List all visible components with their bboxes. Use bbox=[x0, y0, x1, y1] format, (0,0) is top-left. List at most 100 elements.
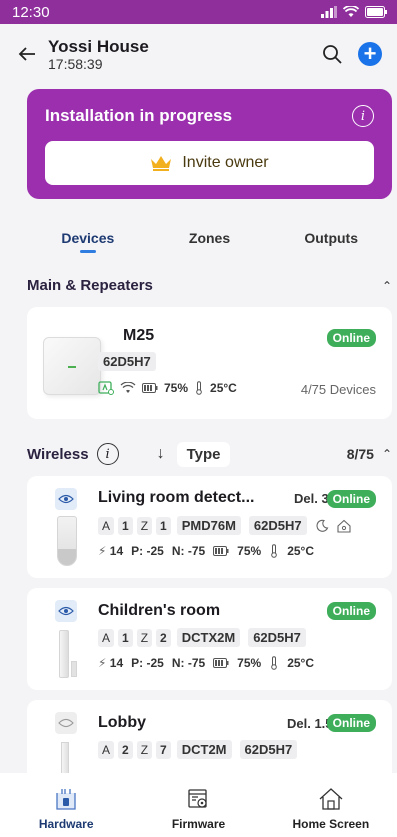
status-badge: Online bbox=[326, 714, 376, 732]
sort-type-button[interactable]: Type bbox=[176, 441, 231, 467]
p-value: P: -25 bbox=[131, 656, 164, 670]
temperature-value: 25°C bbox=[287, 544, 315, 558]
n-value: N: -75 bbox=[171, 656, 206, 670]
crown-icon bbox=[151, 156, 172, 171]
nav-firmware-label: Firmware bbox=[171, 817, 226, 831]
nav-home-screen[interactable]: Home Screen bbox=[265, 773, 397, 837]
add-button[interactable]: + bbox=[355, 39, 385, 69]
wireless-header: Wireless i ↓ Type 8/75 ⌃ bbox=[27, 440, 392, 468]
zone-number: 1 bbox=[156, 516, 171, 535]
serial-chip: 62D5H7 bbox=[98, 352, 156, 371]
tab-bar: Devices Zones Outputs bbox=[27, 224, 392, 264]
moon-icon bbox=[316, 519, 328, 532]
wireless-device-card[interactable]: Children's room Online A 1 Z 2 DCTX2M 62… bbox=[27, 588, 392, 690]
device-chips-row: A 1 Z 2 DCTX2M 62D5H7 bbox=[98, 628, 310, 647]
device-name: M25 bbox=[123, 327, 155, 344]
nav-firmware[interactable]: Firmware bbox=[132, 773, 264, 837]
page-title: Yossi House bbox=[48, 36, 149, 56]
page-subtitle: 17:58:39 bbox=[48, 55, 103, 72]
tab-zones[interactable]: Zones bbox=[149, 224, 271, 264]
invite-owner-label: Invite owner bbox=[182, 154, 269, 171]
device-name: Living room detect... bbox=[98, 489, 255, 506]
wireless-device-card[interactable]: Living room detect... Del. 30s Online A … bbox=[27, 476, 392, 578]
home-guard-icon bbox=[337, 519, 351, 533]
wireless-count-value: 8/75 bbox=[346, 446, 374, 462]
nav-hardware[interactable]: Hardware bbox=[0, 773, 132, 837]
sort-arrow-icon[interactable]: ↓ bbox=[157, 445, 165, 463]
main-repeaters-header[interactable]: Main & Repeaters ⌃ bbox=[27, 277, 392, 294]
area-number: 2 bbox=[118, 740, 133, 759]
battery-value: 75% bbox=[237, 544, 262, 558]
model-chip: DCTX2M bbox=[176, 628, 241, 647]
main-device-card[interactable]: M25 Online 62D5H7 75% 25°C 4/75 Devices bbox=[27, 307, 392, 419]
zone-letter: Z bbox=[136, 740, 153, 759]
serial-chip: 62D5H7 bbox=[248, 516, 307, 535]
thermometer-icon bbox=[271, 544, 278, 558]
bolt-icon: ⚡︎ bbox=[98, 544, 107, 558]
installation-card: Installation in progress i Invite owner bbox=[27, 89, 392, 199]
signal-strength: ⚡︎ 14 bbox=[98, 656, 123, 670]
tab-devices[interactable]: Devices bbox=[27, 224, 149, 264]
bolt-icon: ⚡︎ bbox=[98, 656, 107, 670]
info-icon[interactable]: i bbox=[352, 105, 374, 127]
plus-icon: + bbox=[358, 42, 382, 66]
battery-icon bbox=[142, 383, 158, 393]
battery-icon bbox=[213, 658, 229, 668]
zone-number: 2 bbox=[156, 628, 171, 647]
device-chips-row: A 2 Z 7 DCT2M 62D5H7 bbox=[98, 740, 301, 759]
app-header: Yossi House 17:58:39 + bbox=[0, 24, 397, 84]
wifi-icon bbox=[343, 6, 359, 17]
devices-count: 4/75 Devices bbox=[300, 382, 376, 397]
battery-value: 75% bbox=[237, 656, 262, 670]
status-badge: Online bbox=[326, 490, 376, 508]
signal-value: 14 bbox=[109, 656, 124, 670]
status-badge: Online bbox=[326, 329, 376, 347]
area-number: 1 bbox=[118, 628, 133, 647]
area-number: 1 bbox=[118, 516, 133, 535]
model-chip: PMD76M bbox=[176, 516, 241, 535]
status-bar: 12:30 bbox=[0, 0, 397, 24]
power-supply-icon bbox=[98, 381, 114, 395]
area-letter: A bbox=[98, 628, 115, 647]
bottom-navigation: Hardware Firmware Home Screen bbox=[0, 773, 397, 837]
battery-value: 75% bbox=[164, 381, 189, 395]
battery-icon bbox=[213, 546, 229, 556]
signal-icon bbox=[321, 6, 337, 18]
back-button[interactable] bbox=[12, 39, 42, 69]
device-stats-row: ⚡︎ 14 P: -25 N: -75 75% 25°C bbox=[98, 656, 314, 670]
installation-title: Installation in progress bbox=[45, 106, 233, 125]
main-repeaters-title: Main & Repeaters bbox=[27, 277, 153, 294]
firmware-icon bbox=[188, 789, 208, 808]
thermometer-icon bbox=[196, 381, 202, 395]
door-contact-image bbox=[59, 630, 77, 678]
home-icon bbox=[319, 788, 343, 810]
temperature-value: 25°C bbox=[287, 656, 315, 670]
model-chip: DCT2M bbox=[176, 740, 232, 759]
signal-value: 14 bbox=[109, 544, 124, 558]
chevron-up-icon: ⌃ bbox=[381, 447, 392, 461]
search-button[interactable] bbox=[317, 39, 347, 69]
device-chips-row: A 1 Z 1 PMD76M 62D5H7 bbox=[98, 516, 351, 535]
nav-hardware-label: Hardware bbox=[38, 817, 94, 831]
area-letter: A bbox=[98, 740, 115, 759]
arrow-left-icon bbox=[18, 47, 35, 61]
zone-letter: Z bbox=[136, 628, 153, 647]
wifi-icon bbox=[120, 382, 136, 393]
eye-badge bbox=[55, 488, 77, 510]
zone-number: 7 bbox=[156, 740, 171, 759]
wireless-count[interactable]: 8/75 ⌃ bbox=[347, 446, 392, 462]
info-icon[interactable]: i bbox=[96, 443, 119, 465]
n-value: N: -75 bbox=[171, 544, 206, 558]
device-name: Lobby bbox=[98, 714, 146, 731]
serial-chip: 62D5H7 bbox=[248, 628, 306, 647]
tab-outputs[interactable]: Outputs bbox=[270, 224, 392, 264]
battery-icon bbox=[365, 6, 387, 18]
motion-detector-image bbox=[57, 516, 77, 566]
device-serial-row: 62D5H7 bbox=[98, 352, 160, 371]
thermometer-icon bbox=[271, 656, 278, 670]
title-block: Yossi House 17:58:39 bbox=[48, 37, 309, 72]
nav-home-screen-label: Home Screen bbox=[292, 817, 370, 831]
invite-owner-button[interactable]: Invite owner bbox=[45, 141, 374, 185]
zone-letter: Z bbox=[136, 516, 153, 535]
search-icon bbox=[323, 45, 342, 64]
